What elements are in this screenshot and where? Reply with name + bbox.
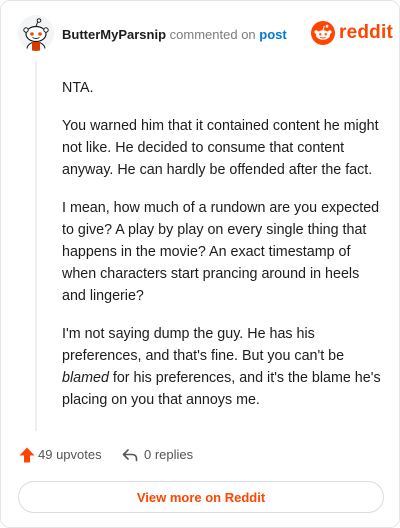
post-link[interactable]: post xyxy=(259,27,286,42)
comment-embed-card: ButterMyParsnip commented on post reddit… xyxy=(0,0,400,528)
reddit-wordmark: reddit xyxy=(339,22,393,43)
upvote-count: 49 upvotes xyxy=(38,447,102,462)
comment-paragraph: You warned him that it contained content… xyxy=(62,118,379,178)
paragraph-text: I'm not saying dump the guy. He has his … xyxy=(62,326,345,364)
author-line: ButterMyParsnip commented on post xyxy=(62,27,287,43)
upvote-arrow-icon[interactable] xyxy=(18,446,36,464)
view-more-button[interactable]: View more on Reddit xyxy=(18,481,384,513)
reply-arrow-icon[interactable] xyxy=(121,446,139,464)
thread-line[interactable] xyxy=(35,61,37,431)
reddit-logo-icon xyxy=(311,21,335,45)
paragraph-text: for his preferences, and it's the blame … xyxy=(62,370,381,408)
comment-paragraph: I'm not saying dump the guy. He has his … xyxy=(62,323,382,411)
comment-body: NTA. You warned him that it contained co… xyxy=(62,77,382,427)
comment-header: ButterMyParsnip commented on post reddit xyxy=(1,1,400,65)
reply-count: 0 replies xyxy=(144,447,194,462)
user-avatar[interactable] xyxy=(18,15,54,51)
comment-paragraph: I mean, how much of a rundown are you ex… xyxy=(62,200,380,304)
comment-paragraph: NTA. xyxy=(62,80,94,96)
emphasized-text: blamed xyxy=(62,370,109,386)
username-link[interactable]: ButterMyParsnip xyxy=(62,27,166,42)
snoo-avatar-icon xyxy=(18,15,54,51)
action-text: commented on xyxy=(169,27,256,42)
